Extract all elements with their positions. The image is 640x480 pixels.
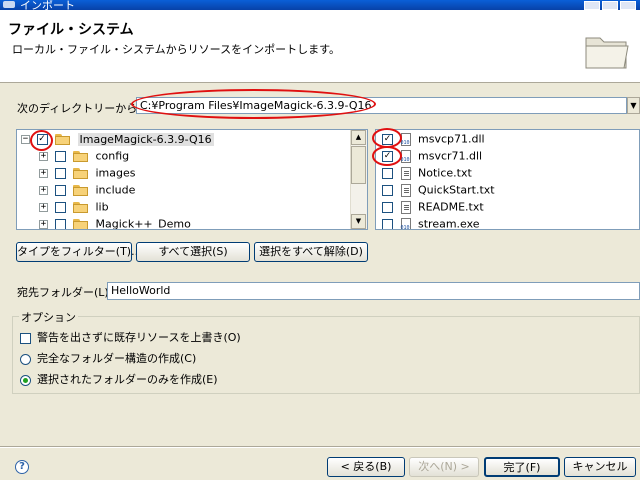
- open-folder-icon: [55, 133, 70, 145]
- tree-item[interactable]: + images: [39, 166, 136, 182]
- file-item-label: QuickStart.txt: [418, 183, 495, 197]
- file-item[interactable]: msvcr71.dll: [382, 149, 482, 165]
- destination-label: 宛先フォルダー(L):: [17, 286, 113, 299]
- window-titlebar: インポート: [0, 0, 640, 10]
- folder-icon: [73, 150, 88, 162]
- full-structure-label: 完全なフォルダー構造の作成(C): [37, 352, 197, 365]
- text-file-icon: [400, 200, 411, 214]
- file-item-checkbox[interactable]: [382, 150, 393, 162]
- app-icon: [3, 1, 15, 8]
- file-item[interactable]: msvcp71.dll: [382, 132, 485, 148]
- close-button[interactable]: [620, 1, 636, 10]
- folder-icon: [73, 218, 88, 229]
- options-legend: オプション: [19, 309, 78, 325]
- overwrite-checkbox[interactable]: [20, 332, 31, 344]
- selected-only-option[interactable]: 選択されたフォルダーのみを作成(E): [20, 371, 218, 387]
- file-item[interactable]: Notice.txt: [382, 166, 472, 182]
- next-button[interactable]: 次へ(N) >: [409, 457, 479, 477]
- file-item-checkbox[interactable]: [382, 201, 393, 213]
- page-title: ファイル・システム: [8, 22, 134, 38]
- overwrite-label: 警告を出さずに既存リソースを上書き(O): [37, 331, 241, 344]
- expand-icon[interactable]: +: [39, 202, 48, 212]
- expand-icon[interactable]: +: [39, 168, 48, 178]
- full-structure-radio[interactable]: [20, 353, 31, 365]
- file-item-checkbox[interactable]: [382, 133, 393, 145]
- tree-item-label: config: [95, 149, 130, 163]
- window-controls: [582, 0, 636, 10]
- scroll-thumb[interactable]: [351, 146, 366, 184]
- expand-icon[interactable]: +: [39, 185, 48, 195]
- destination-folder-input[interactable]: HelloWorld: [107, 282, 640, 300]
- page-description: ローカル・ファイル・システムからリソースをインポートします。: [12, 43, 341, 56]
- tree-item-checkbox[interactable]: [54, 167, 66, 179]
- file-item-label: README.txt: [418, 200, 484, 214]
- expand-icon[interactable]: +: [39, 219, 48, 229]
- tree-item[interactable]: + lib: [39, 200, 109, 216]
- footer-separator: [0, 446, 640, 448]
- wizard-header: ファイル・システム ローカル・ファイル・システムからリソースをインポートします。: [0, 10, 640, 83]
- scroll-down-icon[interactable]: ▼: [351, 214, 366, 229]
- deselect-all-button[interactable]: 選択をすべて解除(D): [254, 242, 368, 262]
- overwrite-option[interactable]: 警告を出さずに既存リソースを上書き(O): [20, 329, 241, 345]
- file-item-checkbox[interactable]: [382, 167, 393, 179]
- text-file-icon: [400, 183, 411, 197]
- tree-item[interactable]: − ImageMagick-6.3.9-Q16: [21, 132, 214, 148]
- folder-icon: [73, 167, 88, 179]
- file-item-checkbox[interactable]: [382, 218, 393, 229]
- help-icon[interactable]: ?: [15, 460, 29, 474]
- file-item[interactable]: QuickStart.txt: [382, 183, 495, 199]
- tree-item[interactable]: + config: [39, 149, 129, 165]
- tree-item-label: Magick++_Demo: [95, 217, 191, 230]
- file-item-label: msvcp71.dll: [418, 132, 485, 146]
- filter-types-button[interactable]: タイプをフィルター(T)...: [16, 242, 142, 262]
- selected-only-radio[interactable]: [20, 374, 31, 386]
- minimize-button[interactable]: [584, 1, 600, 10]
- expand-icon[interactable]: +: [39, 151, 48, 161]
- file-item-label: stream.exe: [418, 217, 480, 230]
- tree-item-checkbox[interactable]: [54, 184, 66, 196]
- binary-file-icon: [400, 132, 411, 146]
- maximize-button[interactable]: [602, 1, 618, 10]
- binary-file-icon: [400, 149, 411, 163]
- tree-item-label: images: [95, 166, 136, 180]
- tree-item-label: ImageMagick-6.3.9-Q16: [77, 132, 214, 146]
- file-item-label: Notice.txt: [418, 166, 472, 180]
- text-file-icon: [400, 166, 411, 180]
- source-directory-combo[interactable]: C:¥Program Files¥ImageMagick-6.3.9-Q16: [136, 97, 627, 114]
- finish-button[interactable]: 完了(F): [484, 457, 560, 477]
- file-list[interactable]: msvcp71.dll msvcr71.dll Notice.txt Quick…: [375, 129, 640, 230]
- folder-tree[interactable]: − ImageMagick-6.3.9-Q16 + config + image…: [16, 129, 368, 230]
- chevron-down-icon[interactable]: ▼: [627, 97, 640, 114]
- tree-item-label: include: [95, 183, 136, 197]
- tree-item[interactable]: + include: [39, 183, 135, 199]
- tree-item-checkbox[interactable]: [54, 218, 66, 229]
- file-item-label: msvcr71.dll: [418, 149, 483, 163]
- selected-only-label: 選択されたフォルダーのみを作成(E): [37, 373, 218, 386]
- scroll-up-icon[interactable]: ▲: [351, 130, 366, 145]
- tree-item-label: lib: [95, 200, 109, 214]
- file-item[interactable]: README.txt: [382, 200, 484, 216]
- collapse-icon[interactable]: −: [21, 134, 30, 144]
- folder-icon: [73, 201, 88, 213]
- tree-item-checkbox[interactable]: [54, 150, 66, 162]
- tree-scrollbar[interactable]: ▲ ▼: [350, 130, 367, 229]
- file-item-checkbox[interactable]: [382, 184, 393, 196]
- tree-item[interactable]: + Magick++_Demo: [39, 217, 191, 230]
- binary-file-icon: [400, 217, 411, 229]
- file-item[interactable]: stream.exe: [382, 217, 480, 230]
- back-button[interactable]: < 戻る(B): [327, 457, 405, 477]
- cancel-button[interactable]: キャンセル: [564, 457, 636, 477]
- tree-item-checkbox[interactable]: [36, 133, 48, 145]
- folder-banner-icon: [585, 37, 629, 69]
- folder-icon: [73, 184, 88, 196]
- tree-item-checkbox[interactable]: [54, 201, 66, 213]
- full-structure-option[interactable]: 完全なフォルダー構造の作成(C): [20, 350, 196, 366]
- select-all-button[interactable]: すべて選択(S): [136, 242, 250, 262]
- window-title: インポート: [20, 0, 75, 10]
